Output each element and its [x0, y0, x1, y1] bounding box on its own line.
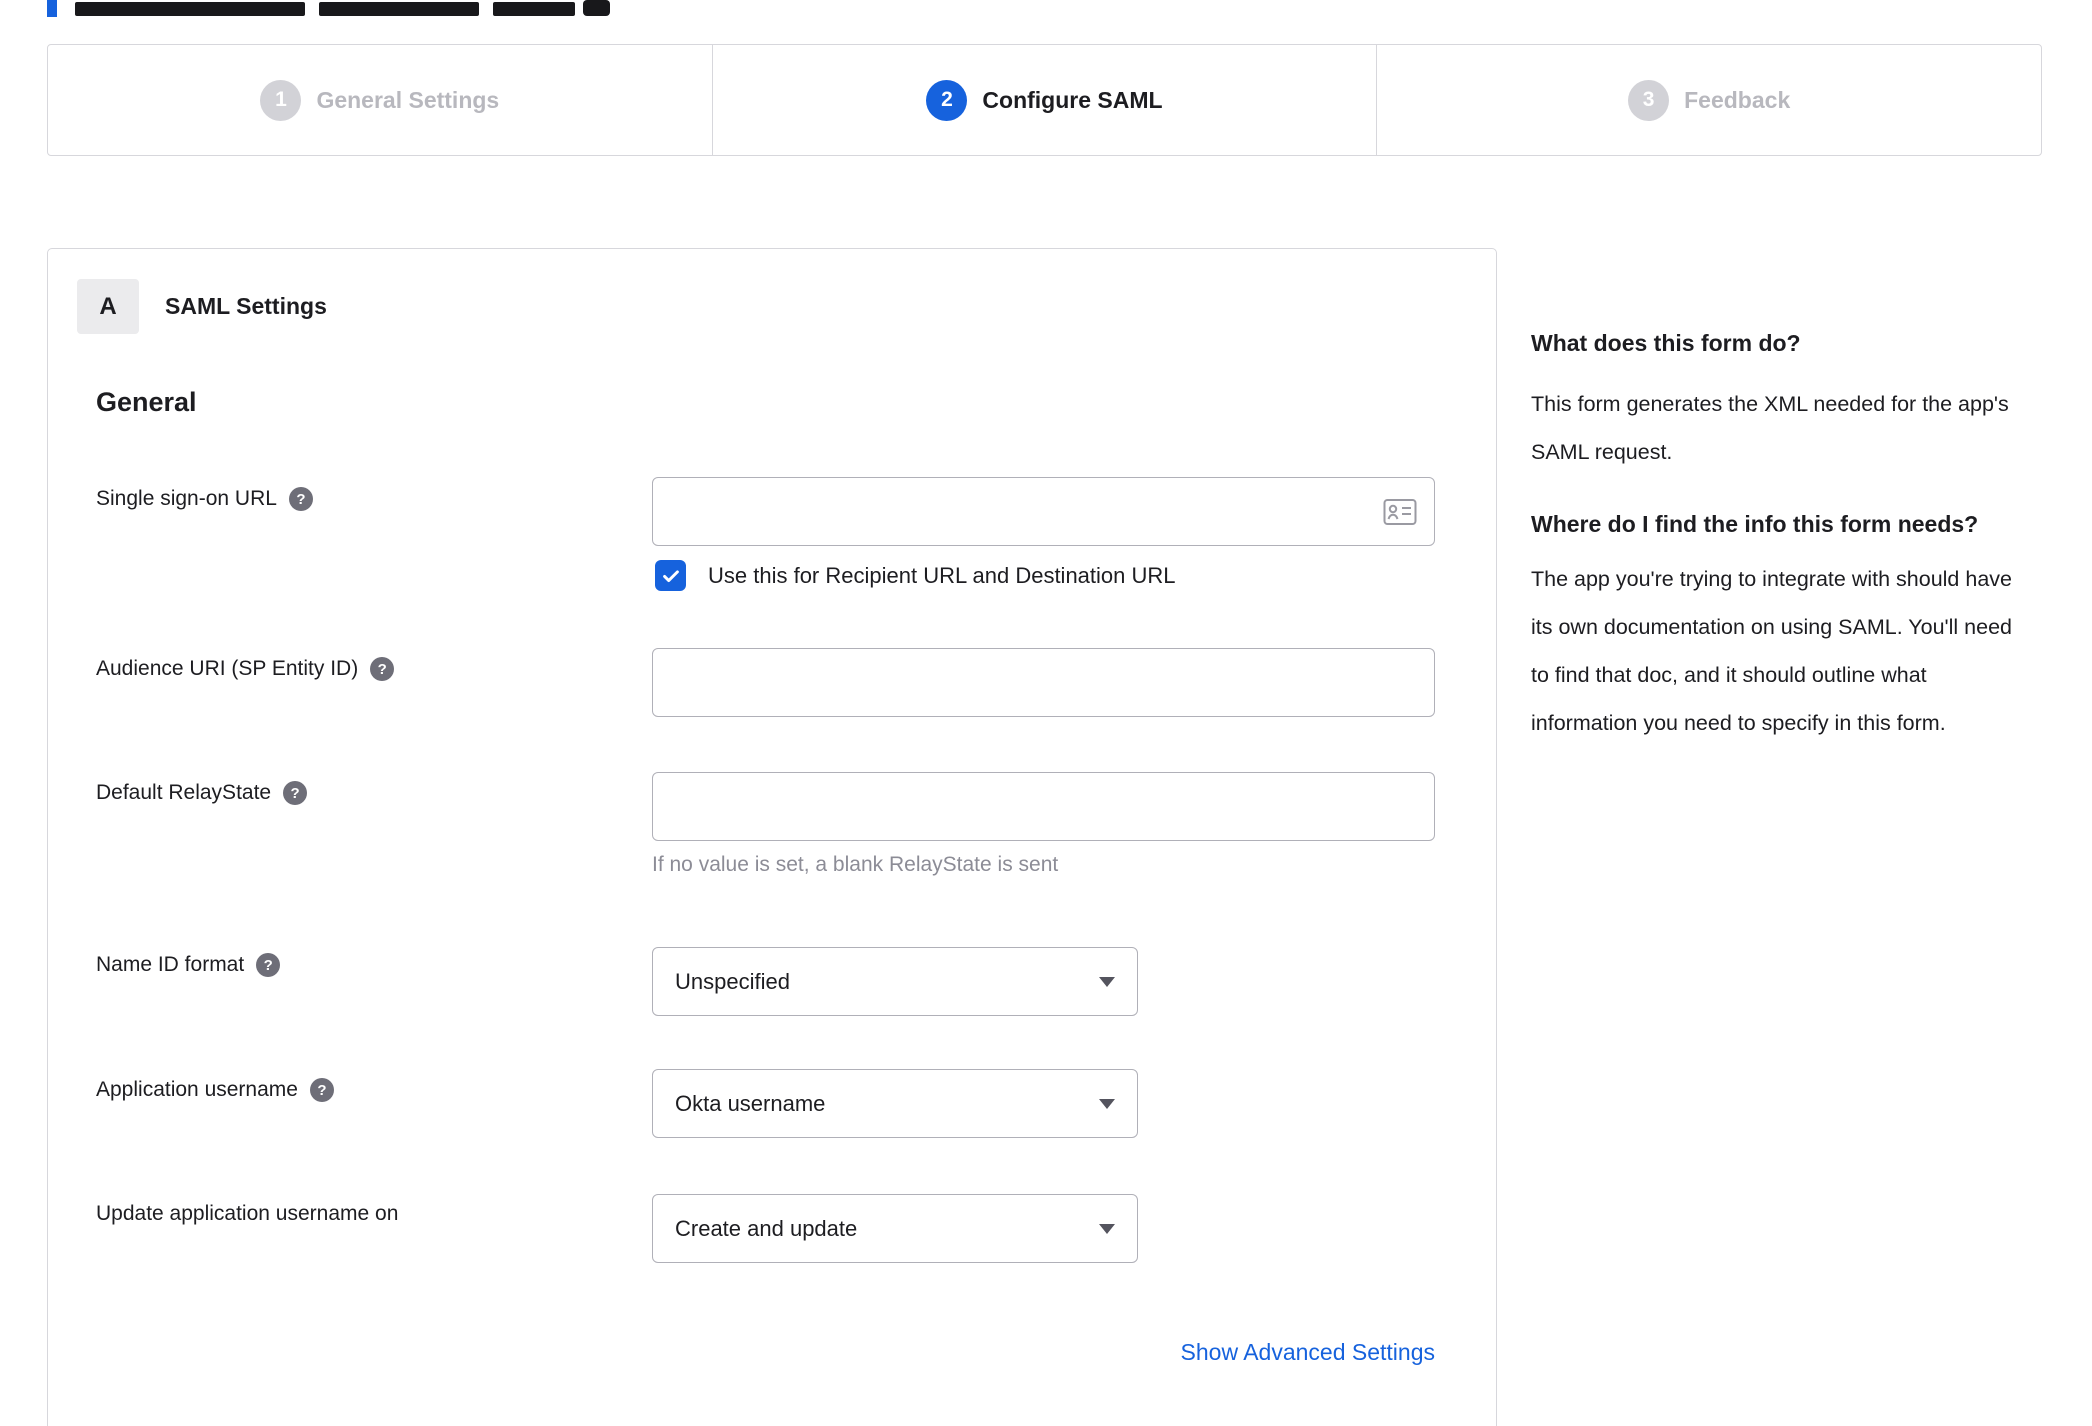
- step-label: Configure SAML: [982, 86, 1163, 113]
- relaystate-input-wrap: [652, 772, 1435, 841]
- step-configure-saml[interactable]: 2 Configure SAML: [711, 45, 1377, 155]
- checkmark-icon: [662, 569, 679, 582]
- app-username-label-row: Application username ?: [96, 1075, 334, 1105]
- cropped-page-title: [47, 0, 747, 17]
- help-answer-2: The app you're trying to integrate with …: [1531, 567, 2013, 735]
- step-number-badge: 1: [260, 79, 302, 121]
- step-number-badge: 3: [1628, 79, 1670, 121]
- audience-uri-input-wrap: [652, 648, 1435, 717]
- audience-uri-label-row: Audience URI (SP Entity ID) ?: [96, 654, 395, 684]
- cropped-gear-icon: [583, 0, 610, 16]
- help-sidebar: What does this form do? This form genera…: [1531, 325, 2029, 747]
- step-feedback[interactable]: 3 Feedback: [1376, 45, 2041, 155]
- section-a-badge: A: [77, 279, 139, 334]
- wizard-stepper: 1 General Settings 2 Configure SAML 3 Fe…: [47, 44, 2042, 156]
- help-icon[interactable]: ?: [283, 781, 308, 805]
- help-question-2: Where do I find the info this form needs…: [1531, 511, 1979, 537]
- chevron-down-icon: [1099, 1098, 1115, 1109]
- sso-url-input-wrap: [652, 477, 1435, 546]
- help-icon[interactable]: ?: [256, 953, 281, 977]
- sso-url-label: Single sign-on URL: [96, 487, 277, 510]
- cropped-title-text-fragment: [319, 2, 479, 16]
- sso-url-label-row: Single sign-on URL ?: [96, 484, 313, 514]
- app-username-label: Application username: [96, 1078, 298, 1101]
- app-username-value: Okta username: [675, 1090, 826, 1116]
- recipient-url-checkbox-label: Use this for Recipient URL and Destinati…: [708, 562, 1176, 588]
- saml-configuration-screen: 1 General Settings 2 Configure SAML 3 Fe…: [0, 0, 2092, 1426]
- nameid-format-label: Name ID format: [96, 953, 245, 976]
- update-username-label: Update application username on: [96, 1202, 399, 1225]
- relaystate-label-row: Default RelayState ?: [96, 778, 308, 808]
- relaystate-input[interactable]: [652, 772, 1435, 841]
- cropped-title-text-fragment: [75, 2, 305, 16]
- audience-uri-input[interactable]: [652, 648, 1435, 717]
- recipient-url-checkbox[interactable]: [655, 560, 686, 591]
- help-icon[interactable]: ?: [288, 487, 313, 511]
- help-icon[interactable]: ?: [370, 657, 395, 681]
- nameid-format-value: Unspecified: [675, 968, 790, 994]
- relaystate-hint: If no value is set, a blank RelayState i…: [652, 853, 1059, 876]
- nameid-format-label-row: Name ID format ?: [96, 950, 281, 980]
- step-number-badge: 2: [926, 79, 968, 121]
- app-username-dropdown[interactable]: Okta username: [652, 1069, 1138, 1138]
- step-label: General Settings: [316, 86, 500, 113]
- saml-settings-panel: A SAML Settings General Single sign-on U…: [47, 248, 1497, 1426]
- update-username-dropdown[interactable]: Create and update: [652, 1194, 1138, 1263]
- relaystate-label: Default RelayState: [96, 781, 272, 804]
- show-advanced-settings-link[interactable]: Show Advanced Settings: [1181, 1339, 1435, 1366]
- cropped-title-text-fragment: [493, 2, 575, 16]
- help-icon[interactable]: ?: [309, 1078, 334, 1102]
- help-answer-1: This form generates the XML needed for t…: [1531, 392, 2009, 464]
- update-username-label-row: Update application username on: [96, 1199, 398, 1229]
- chevron-down-icon: [1099, 976, 1115, 987]
- cropped-blue-accent-bar: [47, 0, 57, 17]
- recipient-url-checkbox-row: Use this for Recipient URL and Destinati…: [655, 560, 1176, 591]
- help-question-1: What does this form do?: [1531, 330, 1801, 356]
- address-card-icon[interactable]: [1383, 498, 1417, 526]
- update-username-value: Create and update: [675, 1215, 858, 1241]
- step-general-settings[interactable]: 1 General Settings: [48, 45, 712, 155]
- general-section-title: General: [96, 387, 197, 417]
- panel-title: SAML Settings: [165, 293, 327, 319]
- chevron-down-icon: [1099, 1223, 1115, 1234]
- step-label: Feedback: [1684, 86, 1791, 113]
- sso-url-input[interactable]: [652, 477, 1435, 546]
- audience-uri-label: Audience URI (SP Entity ID): [96, 657, 359, 680]
- nameid-format-dropdown[interactable]: Unspecified: [652, 947, 1138, 1016]
